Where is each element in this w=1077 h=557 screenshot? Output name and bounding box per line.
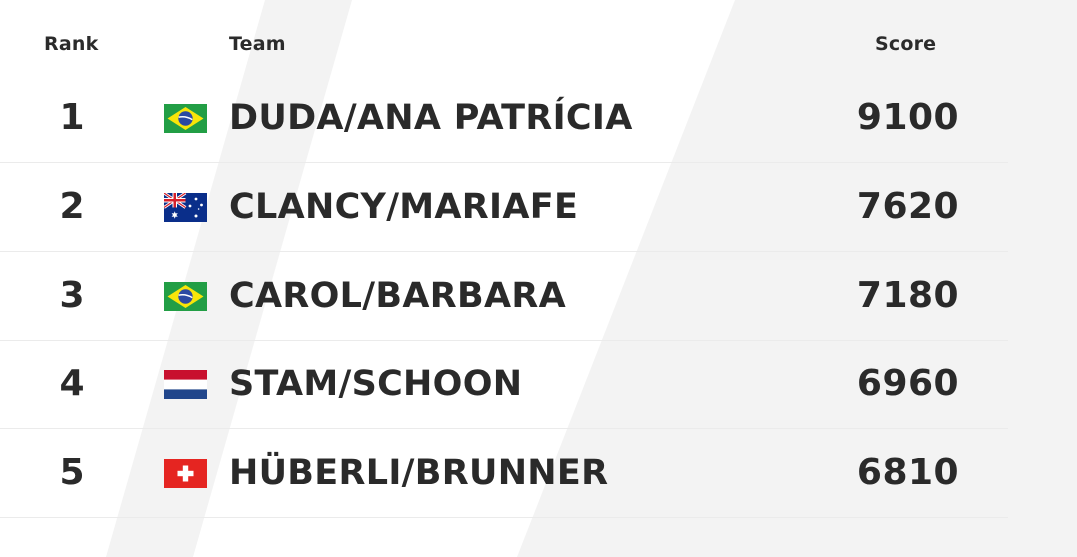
rank-value: 3 [59,275,85,316]
switzerland-flag-icon [164,459,207,488]
team-name[interactable]: HÜBERLI/BRUNNER [229,429,608,517]
team-column-header[interactable]: Team [229,33,286,55]
table-row[interactable]: 5 HÜBERLI/BRUNNER 6810 [0,429,1008,518]
rank-value: 5 [59,452,85,493]
team-name[interactable]: CLANCY/MARIAFE [229,163,578,251]
rank-column-header[interactable]: Rank [44,33,98,55]
score-value: 6810 [856,452,960,493]
table-row[interactable]: 3 CAROL/BARBARA 7180 [0,252,1008,341]
score-value: 9100 [856,97,960,138]
score-value: 7620 [856,186,960,227]
score-value: 7180 [856,275,960,316]
table-row[interactable]: 1 DUDA/ANA PATRÍCIA 9100 [0,74,1008,163]
rank-value: 1 [59,97,85,138]
score-column-header[interactable]: Score [875,33,936,55]
brazil-flag-icon [164,282,207,311]
table-header: Rank Team Score [0,0,1008,74]
team-name[interactable]: DUDA/ANA PATRÍCIA [229,74,633,162]
rank-value: 2 [59,186,85,227]
score-value: 6960 [856,363,960,404]
team-name[interactable]: CAROL/BARBARA [229,252,566,340]
australia-flag-icon [164,193,207,222]
rank-value: 4 [59,363,85,404]
table-row[interactable]: 2 CLANCY/MARIAFE 7620 [0,163,1008,252]
brazil-flag-icon [164,104,207,133]
netherlands-flag-icon [164,370,207,399]
ranking-table: Rank Team Score 1 DUDA/ANA PATRÍCIA 9100… [0,0,1077,557]
team-name[interactable]: STAM/SCHOON [229,340,522,428]
table-row[interactable]: 4 STAM/SCHOON 6960 [0,340,1008,429]
